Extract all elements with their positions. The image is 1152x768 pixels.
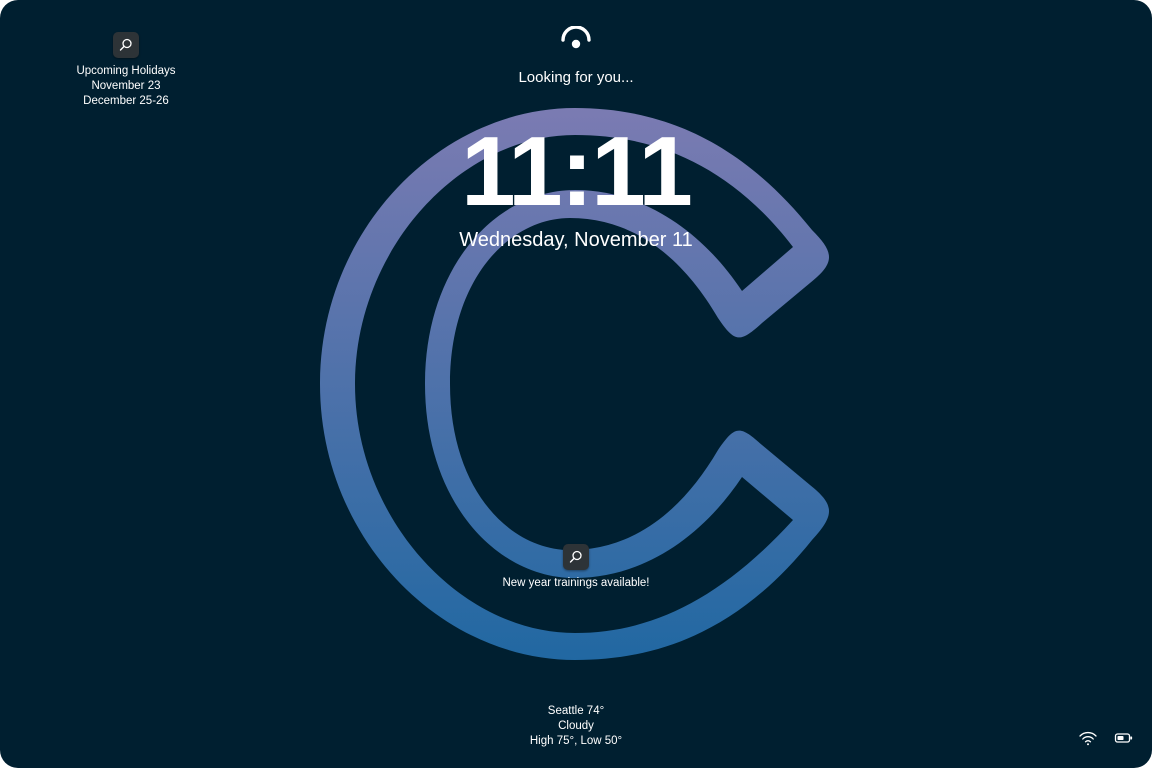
holiday-date: December 25-26 bbox=[83, 95, 169, 107]
holiday-date: November 23 bbox=[91, 80, 161, 92]
weather-condition: Cloudy bbox=[558, 720, 594, 732]
wifi-icon[interactable] bbox=[1078, 729, 1098, 747]
weather-location-temp: Seattle 74° bbox=[547, 705, 605, 717]
sign-in-status: Looking for you... bbox=[518, 69, 634, 86]
lock-screen: Upcoming Holidays November 23 December 2… bbox=[0, 0, 1152, 768]
trainings-widget[interactable]: New year trainings available! bbox=[470, 544, 682, 591]
weather-widget[interactable]: Seattle 74° Cloudy High 75°, Low 50° bbox=[486, 704, 666, 749]
trainings-message: New year trainings available! bbox=[502, 577, 650, 589]
holidays-widget[interactable]: Upcoming Holidays November 23 December 2… bbox=[56, 32, 196, 109]
clock-date: Wednesday, November 11 bbox=[459, 229, 693, 251]
battery-icon[interactable] bbox=[1114, 729, 1134, 747]
holidays-title: Upcoming Holidays bbox=[76, 65, 176, 77]
search-icon bbox=[563, 544, 589, 570]
face-recognition-icon bbox=[561, 26, 591, 49]
clock-time: 11:11 bbox=[461, 116, 693, 226]
search-icon bbox=[113, 32, 139, 58]
weather-high-low: High 75°, Low 50° bbox=[529, 735, 623, 747]
